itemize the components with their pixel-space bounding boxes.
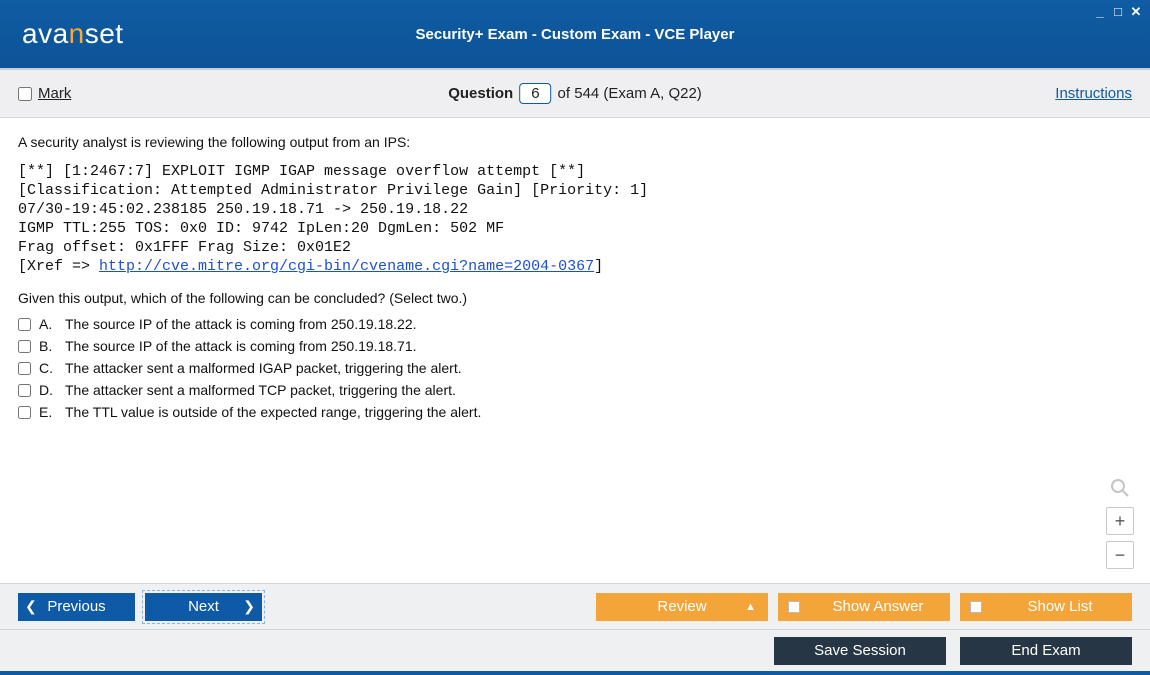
show-answer-checkbox[interactable] bbox=[788, 601, 800, 613]
minimize-button[interactable]: _ bbox=[1092, 4, 1108, 20]
app-window: avanset Security+ Exam - Custom Exam - V… bbox=[0, 0, 1150, 675]
answer-options: A. The source IP of the attack is coming… bbox=[18, 316, 1132, 420]
arrow-left-icon: ❮ bbox=[25, 598, 37, 615]
logo-post: set bbox=[85, 18, 124, 49]
window-controls: _ □ ✕ bbox=[1092, 4, 1144, 20]
review-label: Review bbox=[657, 598, 706, 615]
ips-line: [Classification: Attempted Administrator… bbox=[18, 182, 648, 199]
option-c-checkbox[interactable] bbox=[18, 362, 31, 375]
show-answer-label: Show Answer bbox=[833, 598, 924, 615]
xref-suffix: ] bbox=[594, 258, 603, 275]
logo-n: n bbox=[69, 18, 85, 49]
arrow-right-icon: ❯ bbox=[243, 598, 255, 615]
xref-prefix: [Xref => bbox=[18, 258, 99, 275]
show-list-checkbox[interactable] bbox=[970, 601, 982, 613]
option-b-checkbox[interactable] bbox=[18, 340, 31, 353]
option-text: The source IP of the attack is coming fr… bbox=[65, 338, 417, 354]
logo-pre: ava bbox=[22, 18, 69, 49]
mark-checkbox[interactable] bbox=[18, 87, 32, 101]
option-text: The attacker sent a malformed TCP packet… bbox=[65, 382, 456, 398]
triangle-up-icon: ▲ bbox=[745, 601, 756, 613]
next-label: Next bbox=[188, 598, 219, 615]
option-letter: E. bbox=[39, 404, 57, 420]
show-list-label: Show List bbox=[1027, 598, 1092, 615]
save-session-button[interactable]: Save Session bbox=[774, 637, 946, 665]
question-indicator: Question 6 of 544 (Exam A, Q22) bbox=[448, 83, 702, 104]
question-content: A security analyst is reviewing the foll… bbox=[0, 118, 1150, 583]
end-exam-button[interactable]: End Exam bbox=[960, 637, 1132, 665]
mark-label: Mark bbox=[38, 85, 71, 102]
zoom-controls: + − bbox=[1106, 475, 1134, 569]
magnify-icon[interactable] bbox=[1107, 475, 1133, 501]
previous-label: Previous bbox=[47, 598, 105, 615]
show-answer-button[interactable]: Show Answer bbox=[778, 593, 950, 621]
question-word: Question bbox=[448, 85, 513, 102]
review-button[interactable]: Review ▲ bbox=[596, 593, 768, 621]
previous-button[interactable]: ❮ Previous bbox=[18, 593, 135, 621]
ips-line: Frag offset: 0x1FFF Frag Size: 0x01E2 bbox=[18, 239, 351, 256]
infobar: Mark Question 6 of 544 (Exam A, Q22) Ins… bbox=[0, 68, 1150, 118]
maximize-button[interactable]: □ bbox=[1110, 4, 1126, 20]
titlebar: avanset Security+ Exam - Custom Exam - V… bbox=[0, 0, 1150, 68]
bottombar: Save Session End Exam bbox=[0, 629, 1150, 675]
option-letter: B. bbox=[39, 338, 57, 354]
option-e[interactable]: E. The TTL value is outside of the expec… bbox=[18, 404, 1132, 420]
ips-line: 07/30-19:45:02.238185 250.19.18.71 -> 25… bbox=[18, 201, 468, 218]
next-button[interactable]: Next ❯ bbox=[145, 593, 262, 621]
option-d-checkbox[interactable] bbox=[18, 384, 31, 397]
option-letter: A. bbox=[39, 316, 57, 332]
window-title: Security+ Exam - Custom Exam - VCE Playe… bbox=[416, 26, 735, 43]
ips-output: [**] [1:2467:7] EXPLOIT IGMP IGAP messag… bbox=[18, 162, 1132, 276]
question-prompt: A security analyst is reviewing the foll… bbox=[18, 134, 1132, 150]
zoom-out-button[interactable]: − bbox=[1106, 541, 1134, 569]
instructions-link[interactable]: Instructions bbox=[1055, 85, 1132, 102]
option-text: The attacker sent a malformed IGAP packe… bbox=[65, 360, 462, 376]
option-a[interactable]: A. The source IP of the attack is coming… bbox=[18, 316, 1132, 332]
ips-line: [**] [1:2467:7] EXPLOIT IGMP IGAP messag… bbox=[18, 163, 585, 180]
option-e-checkbox[interactable] bbox=[18, 406, 31, 419]
question-number: 6 bbox=[519, 83, 551, 104]
option-d[interactable]: D. The attacker sent a malformed TCP pac… bbox=[18, 382, 1132, 398]
option-letter: D. bbox=[39, 382, 57, 398]
close-button[interactable]: ✕ bbox=[1128, 4, 1144, 20]
option-letter: C. bbox=[39, 360, 57, 376]
option-c[interactable]: C. The attacker sent a malformed IGAP pa… bbox=[18, 360, 1132, 376]
ips-line: IGMP TTL:255 TOS: 0x0 ID: 9742 IpLen:20 … bbox=[18, 220, 504, 237]
option-b[interactable]: B. The source IP of the attack is coming… bbox=[18, 338, 1132, 354]
navbar: ❮ Previous Next ❯ Review ▲ Show Answer S… bbox=[0, 583, 1150, 629]
question-subprompt: Given this output, which of the followin… bbox=[18, 290, 1132, 306]
option-text: The TTL value is outside of the expected… bbox=[65, 404, 481, 420]
mark-container[interactable]: Mark bbox=[18, 85, 71, 102]
question-rest: of 544 (Exam A, Q22) bbox=[558, 85, 702, 102]
option-text: The source IP of the attack is coming fr… bbox=[65, 316, 417, 332]
logo: avanset bbox=[22, 18, 124, 50]
option-a-checkbox[interactable] bbox=[18, 318, 31, 331]
show-list-button[interactable]: Show List bbox=[960, 593, 1132, 621]
xref-link[interactable]: http://cve.mitre.org/cgi-bin/cvename.cgi… bbox=[99, 258, 594, 275]
zoom-in-button[interactable]: + bbox=[1106, 507, 1134, 535]
